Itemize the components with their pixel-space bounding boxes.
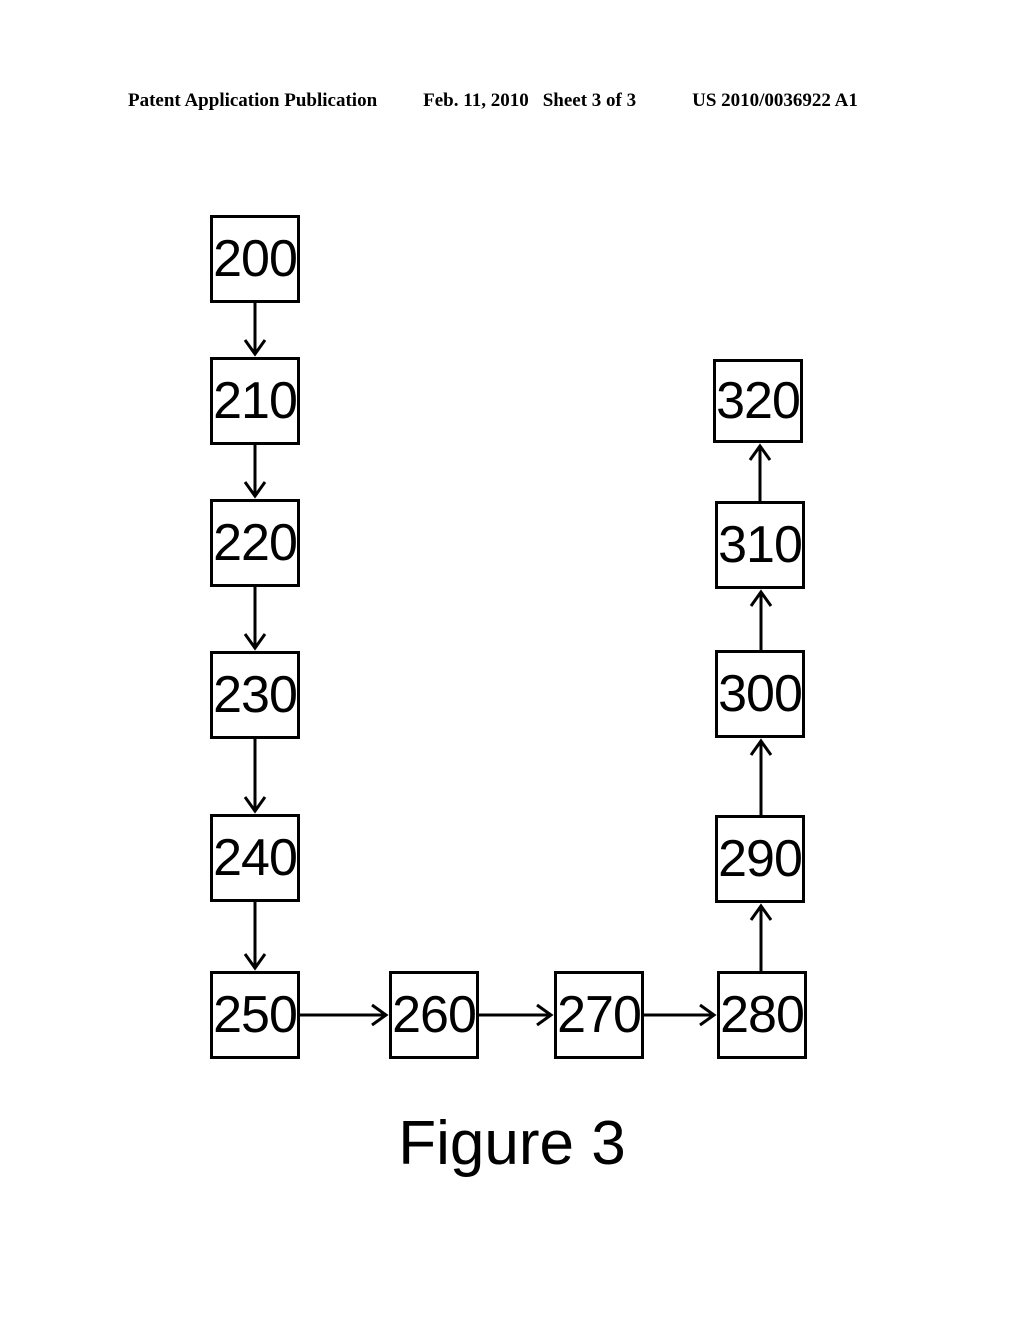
flow-node-320[interactable]: 320 bbox=[713, 359, 803, 443]
arrow-290-to-300 bbox=[749, 738, 773, 815]
arrow-200-to-210 bbox=[243, 303, 267, 357]
flow-node-200[interactable]: 200 bbox=[210, 215, 300, 303]
flow-node-230-label: 230 bbox=[213, 666, 298, 724]
arrow-240-to-250 bbox=[243, 902, 267, 971]
flow-node-300[interactable]: 300 bbox=[715, 650, 805, 738]
flow-node-300-label: 300 bbox=[718, 665, 803, 723]
flow-node-310[interactable]: 310 bbox=[715, 501, 805, 589]
flow-node-210-label: 210 bbox=[213, 372, 298, 430]
flow-node-280-label: 280 bbox=[720, 986, 805, 1044]
flow-node-290-label: 290 bbox=[718, 830, 803, 888]
flow-node-320-label: 320 bbox=[716, 372, 801, 430]
flow-node-250[interactable]: 250 bbox=[210, 971, 300, 1059]
arrow-300-to-310 bbox=[749, 589, 773, 650]
arrow-220-to-230 bbox=[243, 587, 267, 651]
flow-node-270-label: 270 bbox=[557, 986, 642, 1044]
arrow-270-to-280 bbox=[644, 1003, 717, 1027]
flow-node-230[interactable]: 230 bbox=[210, 651, 300, 739]
arrow-210-to-220 bbox=[243, 445, 267, 499]
figure-canvas: 200 210 220 230 240 250 260 270 280 290 … bbox=[0, 0, 1024, 1320]
flow-node-210[interactable]: 210 bbox=[210, 357, 300, 445]
flow-node-260-label: 260 bbox=[392, 986, 477, 1044]
flow-node-240[interactable]: 240 bbox=[210, 814, 300, 902]
flow-node-240-label: 240 bbox=[213, 829, 298, 887]
flow-node-260[interactable]: 260 bbox=[389, 971, 479, 1059]
flow-node-250-label: 250 bbox=[213, 986, 298, 1044]
arrow-230-to-240 bbox=[243, 739, 267, 814]
flow-node-310-label: 310 bbox=[718, 516, 803, 574]
arrow-280-to-290 bbox=[749, 903, 773, 971]
flow-node-270[interactable]: 270 bbox=[554, 971, 644, 1059]
arrow-260-to-270 bbox=[479, 1003, 554, 1027]
flow-node-200-label: 200 bbox=[213, 230, 298, 288]
figure-caption: Figure 3 bbox=[398, 1109, 626, 1178]
arrow-310-to-320 bbox=[748, 443, 772, 501]
arrow-250-to-260 bbox=[300, 1003, 389, 1027]
flow-node-280[interactable]: 280 bbox=[717, 971, 807, 1059]
flow-node-220-label: 220 bbox=[213, 514, 298, 572]
flow-node-220[interactable]: 220 bbox=[210, 499, 300, 587]
flow-node-290[interactable]: 290 bbox=[715, 815, 805, 903]
